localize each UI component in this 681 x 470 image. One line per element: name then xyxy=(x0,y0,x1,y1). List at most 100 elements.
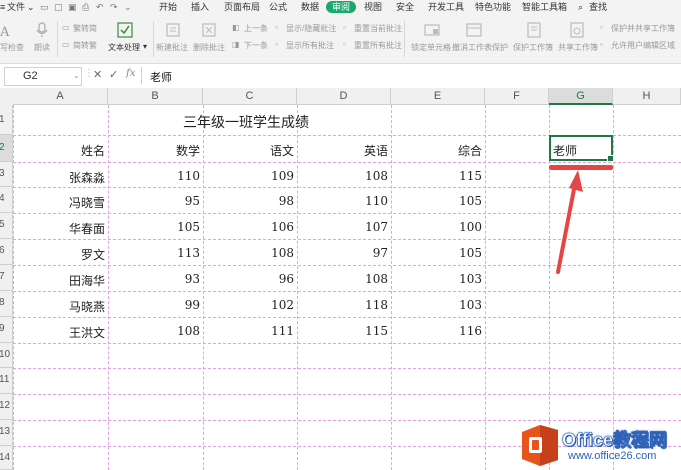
cell-english[interactable]: 115 xyxy=(297,324,388,338)
next-comment-icon[interactable]: ◨ xyxy=(232,40,240,49)
new-comment-icon[interactable] xyxy=(165,22,181,38)
reset-current-comment-icon[interactable]: ▫ xyxy=(343,23,346,32)
cell-name[interactable]: 王洪文 xyxy=(13,324,105,341)
tab-view[interactable]: 视图 xyxy=(364,0,382,15)
row-header-12[interactable]: 12 xyxy=(0,394,13,420)
tab-developer[interactable]: 开发工具 xyxy=(428,0,464,15)
spell-check-label[interactable]: 写检查 xyxy=(0,42,24,53)
prev-comment-icon[interactable]: ◧ xyxy=(232,23,240,32)
tab-review[interactable]: 审阅 xyxy=(326,1,357,13)
search-label[interactable]: 查找 xyxy=(589,0,607,15)
simp-to-trad-icon[interactable]: ▭ xyxy=(62,40,70,49)
share-workbook-label[interactable]: 共享工作簿 xyxy=(558,42,598,53)
tab-insert[interactable]: 插入 xyxy=(191,0,209,15)
spell-check-icon[interactable]: A xyxy=(0,23,14,39)
cell-total[interactable]: 116 xyxy=(391,324,482,338)
reset-all-comments-label[interactable]: 重置所有批注 xyxy=(354,40,402,51)
name-box-dropdown-icon[interactable]: ⌄ xyxy=(73,71,80,80)
cell-math[interactable]: 105 xyxy=(108,220,200,234)
column-header-g[interactable]: G xyxy=(549,88,613,105)
prev-comment-label[interactable]: 上一条 xyxy=(244,23,268,34)
cell-chinese[interactable]: 106 xyxy=(203,220,294,234)
protect-share-workbook-label[interactable]: 保护并共享工作簿 xyxy=(611,23,675,34)
cell-math[interactable]: 95 xyxy=(108,194,200,208)
cell-chinese[interactable]: 109 xyxy=(203,169,294,183)
cell-total[interactable]: 103 xyxy=(391,298,482,312)
tab-special[interactable]: 特色功能 xyxy=(475,0,511,15)
row-header-13[interactable]: 13 xyxy=(0,420,13,446)
cell-name[interactable]: 田海华 xyxy=(13,272,105,289)
cell-total[interactable]: 105 xyxy=(391,246,482,260)
row-header-9[interactable]: 9 xyxy=(0,317,13,343)
row-header-5[interactable]: 5 xyxy=(0,213,13,239)
cell-name[interactable]: 张森淼 xyxy=(13,169,105,186)
lock-cell-icon[interactable] xyxy=(424,22,440,38)
protect-workbook-icon[interactable] xyxy=(526,22,542,38)
search-icon[interactable]: ⌕ xyxy=(578,0,583,15)
show-all-comments-label[interactable]: 显示所有批注 xyxy=(286,40,334,51)
header-chinese[interactable]: 语文 xyxy=(203,142,294,159)
show-all-comments-icon[interactable]: ▫ xyxy=(275,40,278,49)
share-workbook-icon[interactable] xyxy=(569,22,585,38)
microphone-icon[interactable] xyxy=(36,22,48,38)
cell-math[interactable]: 93 xyxy=(108,272,200,286)
column-header-a[interactable]: A xyxy=(13,88,108,105)
row-header-10[interactable]: 10 xyxy=(0,343,13,368)
row-header-4[interactable]: 4 xyxy=(0,187,13,213)
tab-home[interactable]: 开始 xyxy=(159,0,177,15)
sheet-title[interactable]: 三年级一班学生成绩 xyxy=(183,112,309,132)
cell-math[interactable]: 108 xyxy=(108,324,200,338)
text-processing-dropdown-icon[interactable]: ▾ xyxy=(143,42,147,51)
reset-all-comments-icon[interactable]: ▫ xyxy=(343,40,346,49)
more-icon[interactable]: ⌄ xyxy=(124,0,132,15)
row-header-6[interactable]: 6 xyxy=(0,239,13,265)
cell-name[interactable]: 罗文 xyxy=(13,246,105,263)
tab-formula[interactable]: 公式 xyxy=(269,0,287,15)
cancel-icon[interactable]: ✕ xyxy=(93,68,102,81)
cell-chinese[interactable]: 98 xyxy=(203,194,294,208)
unprotect-sheet-label[interactable]: 撤消工作表保护 xyxy=(452,42,508,53)
confirm-icon[interactable]: ✓ xyxy=(109,68,118,81)
redo-icon[interactable]: ↷ xyxy=(110,0,118,15)
text-processing-icon[interactable] xyxy=(117,22,133,38)
delete-comment-label[interactable]: 删除批注 xyxy=(193,42,225,53)
fill-handle[interactable] xyxy=(607,155,614,162)
column-header-e[interactable]: E xyxy=(391,88,485,105)
save-icon[interactable]: ▣ xyxy=(68,0,77,15)
row-header-3[interactable]: 3 xyxy=(0,162,13,187)
header-math[interactable]: 数学 xyxy=(108,142,200,159)
folder-icon[interactable]: ▢ xyxy=(54,0,63,15)
header-total[interactable]: 综合 xyxy=(391,142,482,159)
cell-total[interactable]: 103 xyxy=(391,272,482,286)
row-header-14[interactable]: 14 xyxy=(0,446,13,470)
fx-icon[interactable]: fx xyxy=(126,68,135,79)
cell-english[interactable]: 110 xyxy=(297,194,388,208)
cell-english[interactable]: 108 xyxy=(297,169,388,183)
header-english[interactable]: 英语 xyxy=(297,142,388,159)
cell-chinese[interactable]: 102 xyxy=(203,298,294,312)
read-label[interactable]: 朗读 xyxy=(34,42,50,53)
cell-name[interactable]: 马晓燕 xyxy=(13,298,105,315)
tab-page-layout[interactable]: 页面布局 xyxy=(224,0,260,15)
row-header-7[interactable]: 7 xyxy=(0,265,13,291)
unprotect-sheet-icon[interactable] xyxy=(466,22,482,38)
cell-math[interactable]: 110 xyxy=(108,169,200,183)
cell-chinese[interactable]: 108 xyxy=(203,246,294,260)
select-all-corner[interactable] xyxy=(0,88,14,106)
trad-to-simp-icon[interactable]: ▭ xyxy=(62,23,70,32)
show-hide-comment-icon[interactable]: ▫ xyxy=(275,23,278,32)
show-hide-comment-label[interactable]: 显示/隐藏批注 xyxy=(286,23,336,34)
header-name[interactable]: 姓名 xyxy=(13,142,105,159)
cell-english[interactable]: 118 xyxy=(297,298,388,312)
row-header-8[interactable]: 8 xyxy=(0,291,13,317)
text-processing-label[interactable]: 文本处理 xyxy=(108,42,140,53)
cell-english[interactable]: 97 xyxy=(297,246,388,260)
cell-chinese[interactable]: 96 xyxy=(203,272,294,286)
column-header-b[interactable]: B xyxy=(108,88,203,105)
active-cell-selection[interactable] xyxy=(549,135,614,162)
cell-english[interactable]: 108 xyxy=(297,272,388,286)
menu-arrow-icon[interactable]: ≡ xyxy=(0,0,5,15)
next-comment-label[interactable]: 下一条 xyxy=(244,40,268,51)
cell-name[interactable]: 冯晓雪 xyxy=(13,194,105,211)
trad-to-simp-label[interactable]: 繁转简 xyxy=(73,23,97,34)
